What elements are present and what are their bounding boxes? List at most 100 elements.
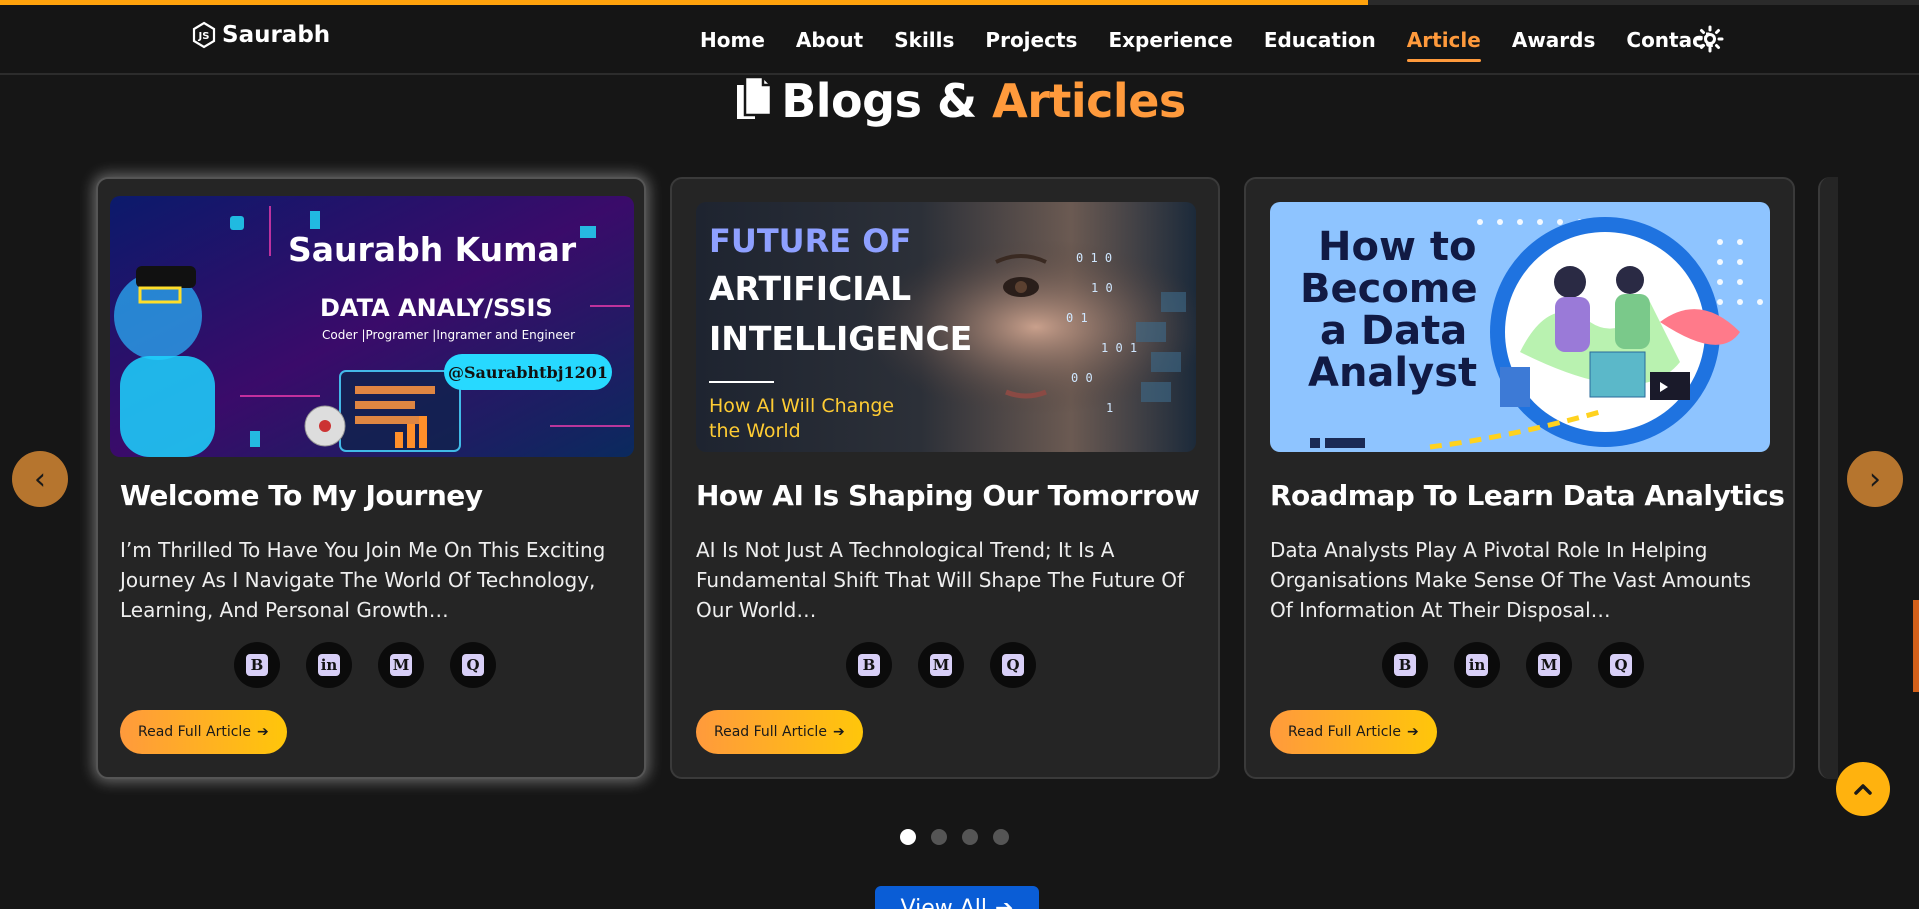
quora-icon: Q	[1002, 654, 1024, 676]
chevron-left-icon: ‹	[34, 461, 46, 497]
banner-handle-text: @Saurabhtbj1201	[448, 363, 608, 382]
linkedin-icon: in	[318, 654, 340, 676]
view-all-label: View All	[900, 896, 988, 909]
card-description: Data Analysts Play A Pivotal Role In Hel…	[1270, 538, 1752, 622]
banner-heading-text: DATA ANALY/SSIS	[320, 294, 553, 322]
nav-link-experience[interactable]: Experience	[1108, 28, 1232, 52]
svg-text:0 0: 0 0	[1071, 371, 1093, 385]
brand-name: Saurabh	[222, 22, 331, 48]
social-links: B M Q	[846, 642, 1036, 688]
medium-link[interactable]: M	[918, 642, 964, 688]
nav-link-article[interactable]: Article	[1406, 28, 1481, 62]
chevron-right-icon: ›	[1869, 461, 1881, 497]
image-line3-text: INTELLIGENCE	[709, 319, 972, 358]
page-scrollbar-thumb[interactable]	[1913, 600, 1919, 692]
article-card: How to Become a Data Analyst Roadmap To …	[1244, 177, 1795, 779]
nav-link-skills[interactable]: Skills	[894, 28, 954, 52]
nav-link-awards[interactable]: Awards	[1512, 28, 1596, 52]
linkedin-link[interactable]: in	[1454, 642, 1500, 688]
banner-name-text: Saurabh Kumar	[288, 230, 577, 269]
section-title-main: Blogs &	[781, 74, 993, 128]
svg-text:1: 1	[1106, 401, 1113, 415]
article-thumbnail[interactable]: How to Become a Data Analyst	[1270, 202, 1770, 452]
article-card: Saurabh Kumar DATA ANALY/SSIS Coder |Pro…	[96, 177, 646, 779]
carousel-prev-button[interactable]: ‹	[12, 451, 68, 507]
data-analyst-banner-image: Saurabh Kumar DATA ANALY/SSIS Coder |Pro…	[110, 196, 634, 457]
medium-icon: M	[930, 654, 952, 676]
arrow-right-icon: ➔	[995, 896, 1014, 909]
svg-text:JS: JS	[198, 31, 210, 42]
read-button-label: Read Full Article	[714, 724, 827, 740]
quora-icon: Q	[1610, 654, 1632, 676]
nav-links: Home About Skills Projects Experience Ed…	[700, 5, 1745, 75]
carousel-next-button[interactable]: ›	[1847, 451, 1903, 507]
view-all-button[interactable]: View All ➔	[875, 886, 1039, 909]
image-line1-text: How to	[1318, 224, 1476, 270]
carousel-dot-3[interactable]	[962, 829, 978, 845]
image-line4-text: Analyst	[1308, 350, 1477, 396]
blogger-icon: B	[246, 654, 268, 676]
sun-icon[interactable]	[1696, 25, 1724, 53]
blogger-link[interactable]: B	[846, 642, 892, 688]
linkedin-link[interactable]: in	[306, 642, 352, 688]
quora-link[interactable]: Q	[1598, 642, 1644, 688]
next-card-peek	[1818, 177, 1838, 779]
blogger-link[interactable]: B	[1382, 642, 1428, 688]
blogger-icon: B	[1394, 654, 1416, 676]
blogger-icon: B	[858, 654, 880, 676]
image-sub1-text: How AI Will Change	[709, 395, 894, 417]
article-thumbnail[interactable]: 0 1 0 1 0 0 1 1 0 1 0 0 1 FUTURE OF ARTIFICI…	[696, 202, 1196, 452]
carousel-pagination	[900, 829, 1009, 845]
medium-link[interactable]: M	[1526, 642, 1572, 688]
social-links: B in M Q	[234, 642, 496, 688]
linkedin-icon: in	[1466, 654, 1488, 676]
data-analyst-roadmap-image: How to Become a Data Analyst	[1270, 202, 1770, 452]
svg-text:0 1 0: 0 1 0	[1076, 251, 1112, 265]
carousel-dot-2[interactable]	[931, 829, 947, 845]
js-hexagon-logo-icon: JS	[192, 21, 216, 49]
read-full-article-button[interactable]: Read Full Article ➔	[120, 710, 287, 754]
scroll-to-top-button[interactable]	[1836, 762, 1890, 816]
quora-icon: Q	[462, 654, 484, 676]
banner-subheading-text: Coder |Programer |Ingramer and Engineer	[322, 328, 575, 342]
medium-icon: M	[390, 654, 412, 676]
navbar: JS Saurabh Home About Skills Projects Ex…	[0, 5, 1919, 75]
read-button-label: Read Full Article	[138, 724, 251, 740]
image-line3-text: a Data	[1320, 308, 1467, 354]
read-full-article-button[interactable]: Read Full Article ➔	[696, 710, 863, 754]
article-thumbnail[interactable]: Saurabh Kumar DATA ANALY/SSIS Coder |Pro…	[110, 196, 634, 457]
future-of-ai-image: 0 1 0 1 0 0 1 1 0 1 0 0 1 FUTURE OF ARTIFICI…	[696, 202, 1196, 452]
svg-text:1 0: 1 0	[1091, 281, 1113, 295]
nav-link-about[interactable]: About	[796, 28, 863, 52]
nav-link-home[interactable]: Home	[700, 28, 765, 52]
image-line2-text: Become	[1300, 266, 1478, 312]
arrow-right-icon: ➔	[256, 724, 269, 740]
brand-logo-link[interactable]: JS Saurabh	[190, 21, 330, 49]
carousel-dot-1[interactable]	[900, 829, 916, 845]
section-title: Blogs & Articles	[0, 74, 1919, 128]
nav-link-projects[interactable]: Projects	[985, 28, 1077, 52]
blogger-link[interactable]: B	[234, 642, 280, 688]
medium-link[interactable]: M	[378, 642, 424, 688]
arrow-right-icon: ➔	[832, 724, 845, 740]
image-line1-text: FUTURE OF	[709, 222, 911, 260]
social-links: B in M Q	[1382, 642, 1644, 688]
svg-text:0 1: 0 1	[1066, 311, 1088, 325]
card-title[interactable]: Welcome To My Journey	[120, 479, 483, 512]
card-title[interactable]: Roadmap To Learn Data Analytics	[1270, 479, 1785, 512]
card-description: I’m Thrilled To Have You Join Me On This…	[120, 538, 606, 622]
nav-link-education[interactable]: Education	[1264, 28, 1376, 52]
article-card: 0 1 0 1 0 0 1 1 0 1 0 0 1 FUTURE OF ARTIFICI…	[670, 177, 1220, 779]
carousel-dot-4[interactable]	[993, 829, 1009, 845]
read-full-article-button[interactable]: Read Full Article ➔	[1270, 710, 1437, 754]
image-line2-text: ARTIFICIAL	[709, 269, 911, 308]
image-sub2-text: the World	[709, 420, 801, 442]
svg-text:1 0 1: 1 0 1	[1101, 341, 1137, 355]
arrow-right-icon: ➔	[1406, 724, 1419, 740]
quora-link[interactable]: Q	[450, 642, 496, 688]
chevron-up-icon	[1854, 784, 1872, 795]
quora-link[interactable]: Q	[990, 642, 1036, 688]
section-title-accent: Articles	[992, 74, 1186, 128]
document-copy-icon	[737, 75, 773, 119]
card-title[interactable]: How AI Is Shaping Our Tomorrow	[696, 479, 1200, 512]
